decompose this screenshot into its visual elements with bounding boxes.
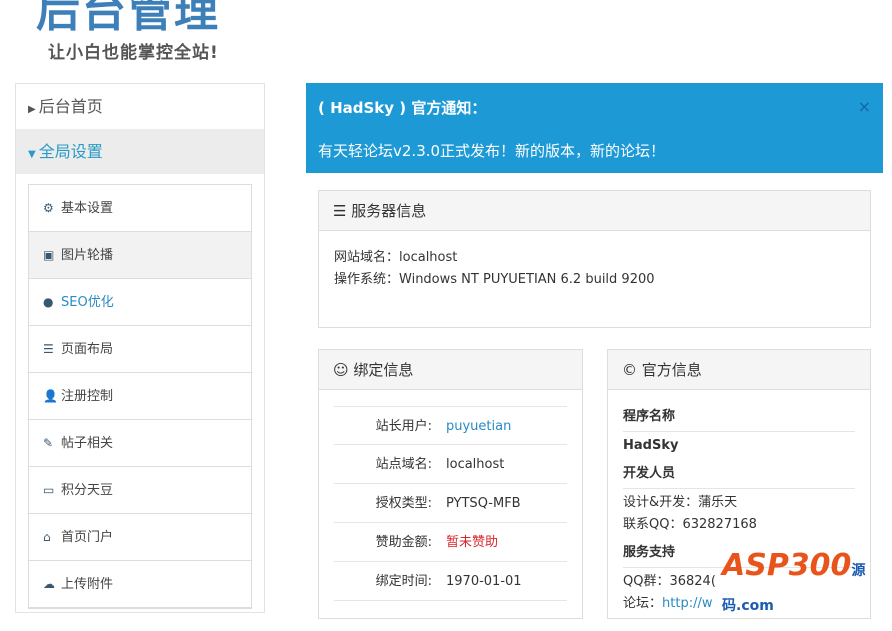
bind-row: 绑定时间: 1970-01-01 [334, 562, 567, 601]
sidebar-item-global-settings[interactable]: ▼ 全局设置 [16, 129, 264, 174]
logo-title: 后台管理 [36, 0, 220, 37]
submenu-label: 帖子相关 [61, 436, 114, 451]
watermark-text: ASP300 [722, 548, 852, 583]
submenu-layout[interactable]: ☰ 页面布局 [29, 326, 251, 373]
caret-right-icon: ▶ [28, 104, 36, 115]
submenu-posts[interactable]: ✎ 帖子相关 [29, 420, 251, 467]
row-key: 站点域名: [375, 457, 432, 472]
os-value: Windows NT PUYUETIAN 6.2 build 9200 [399, 272, 655, 287]
submenu-label: 页面布局 [61, 342, 114, 357]
forum-label: 论坛： [623, 596, 663, 611]
row-key: 绑定时间: [375, 574, 432, 589]
os-label: 操作系统： [334, 272, 400, 287]
row-value: localhost [446, 457, 505, 472]
sidebar-item-home[interactable]: ▶ 后台首页 [16, 84, 264, 129]
submenu-label: 首页门户 [61, 530, 114, 545]
row-value: 暂未赞助 [446, 535, 499, 550]
server-icon: ☰ [333, 202, 352, 220]
watermark: ASP300源码.com [722, 548, 892, 618]
row-key: 赞助金额: [375, 535, 432, 550]
submenu-register[interactable]: 👤 注册控制 [29, 373, 251, 420]
domain-label: 网站域名： [334, 250, 400, 265]
submenu-points[interactable]: ▭ 积分天豆 [29, 467, 251, 514]
submenu-label: 积分天豆 [61, 483, 114, 498]
smile-icon: ☺ [333, 361, 354, 379]
submenu-label: 上传附件 [61, 577, 114, 592]
row-value: PYTSQ-MFB [446, 496, 521, 511]
bind-row: 站点域名: localhost [334, 445, 567, 484]
forum-link[interactable]: http://w [662, 596, 712, 611]
notice-title: ( HadSky ) 官方通知： [318, 99, 487, 117]
program-name: HadSky [623, 438, 679, 453]
row-key: 授权类型: [375, 496, 432, 511]
bind-row: 赞助金额: 暂未赞助 [334, 523, 567, 562]
bind-info-panel: ☺ 绑定信息 站长用户: puyuetian 站点域名: localhost 授权类… [318, 349, 583, 619]
caret-down-icon: ▼ [28, 149, 36, 160]
image-icon: ▣ [43, 248, 55, 262]
money-icon: ▭ [43, 483, 55, 497]
edit-icon: ✎ [43, 436, 54, 450]
panel-title: 绑定信息 [353, 361, 414, 379]
panel-title: 服务器信息 [351, 202, 427, 220]
bind-row: 站长用户: puyuetian [334, 406, 567, 445]
sidebar: ▶ 后台首页 ▼ 全局设置 ⚙ 基本设置 ▣ 图片轮播 ● SEO优化 ☰ 页面布局 👤 注册… [15, 83, 265, 613]
submenu-carousel[interactable]: ▣ 图片轮播 [29, 232, 251, 279]
submenu-portal[interactable]: ⌂ 首页门户 [29, 514, 251, 561]
home-icon: ⌂ [43, 530, 51, 544]
globe-icon: ● [43, 295, 54, 309]
submenu-label: SEO优化 [61, 295, 114, 310]
submenu-label: 注册控制 [61, 389, 114, 404]
list-icon: ☰ [43, 342, 54, 356]
server-info-panel: ☰ 服务器信息 网站域名：localhost 操作系统：Windows NT P… [318, 190, 871, 328]
panel-title: 官方信息 [641, 361, 702, 379]
contact-qq: 联系QQ：632827168 [623, 517, 757, 532]
user-plus-icon: 👤 [43, 389, 58, 403]
sidebar-item-label: 后台首页 [38, 97, 103, 116]
row-value: 1970-01-01 [446, 574, 522, 589]
cloud-upload-icon: ☁ [43, 577, 55, 591]
gear-icon: ⚙ [43, 201, 54, 215]
bind-row: 授权类型: PYTSQ-MFB [334, 484, 567, 523]
domain-value: localhost [399, 250, 458, 265]
official-notice: ( HadSky ) 官方通知： 有天轻论坛v2.3.0正式发布！新的版本，新的… [306, 83, 883, 173]
submenu-basic[interactable]: ⚙ 基本设置 [29, 185, 251, 232]
logo: 后台管理 让小白也能掌控全站! [36, 0, 236, 63]
notice-body: 有天轻论坛v2.3.0正式发布！新的版本，新的论坛！ [318, 142, 666, 160]
submenu-label: 图片轮播 [61, 248, 114, 263]
submenu-label: 基本设置 [61, 201, 114, 216]
row-key: 站长用户: [375, 419, 432, 434]
submenu-seo[interactable]: ● SEO优化 [29, 279, 251, 326]
developer: 设计&开发：蒲乐天 [623, 495, 738, 510]
submenu: ⚙ 基本设置 ▣ 图片轮播 ● SEO优化 ☰ 页面布局 👤 注册控制 ✎ 帖子相关 ▭ 积分… [28, 184, 252, 609]
sidebar-item-label: 全局设置 [38, 142, 103, 161]
logo-slogan: 让小白也能掌控全站! [48, 43, 219, 63]
copyright-icon: © [622, 361, 642, 379]
developer-heading: 开发人员 [623, 463, 855, 489]
program-name-heading: 程序名称 [623, 406, 855, 432]
row-value[interactable]: puyuetian [446, 407, 511, 444]
close-icon[interactable]: × [858, 97, 871, 116]
